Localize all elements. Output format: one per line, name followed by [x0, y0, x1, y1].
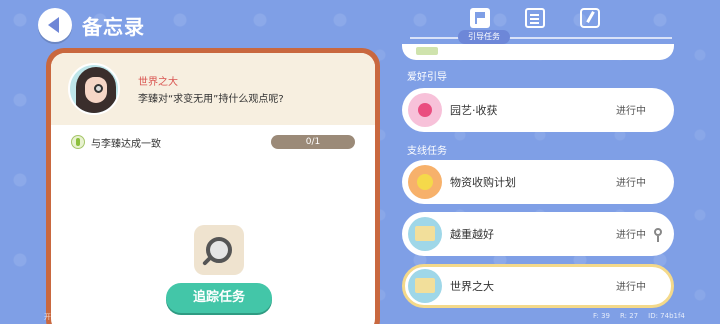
tab-bar	[470, 8, 600, 32]
footer-debug-info: F: 39 R: 27 ID: 74b1f4	[593, 312, 685, 320]
quest-name: 园艺·收获	[450, 104, 498, 117]
task-header: 世界之大 李臻对“求变无用”持什么观点呢?	[51, 53, 375, 125]
section-label-side: 支线任务	[407, 146, 447, 157]
guide-task-tab-icon[interactable]	[470, 8, 490, 28]
magnifier-icon	[206, 237, 232, 263]
location-pin-icon[interactable]	[654, 228, 662, 242]
monocle-icon	[94, 84, 103, 93]
objective-progress: 0/1	[271, 135, 355, 149]
task-description: 李臻对“求变无用”持什么观点呢?	[138, 94, 284, 105]
task-detail-inner: 世界之大 李臻对“求变无用”持什么观点呢? 与李臻达成一致 0/1 追踪任务	[51, 53, 375, 324]
partial-quest-card[interactable]	[402, 44, 674, 60]
tab-underline	[410, 37, 672, 39]
quest-status: 进行中	[616, 106, 646, 117]
coin-icon	[408, 165, 442, 199]
objective-icon	[71, 135, 85, 149]
footer-f: F: 39	[593, 312, 610, 320]
map-icon	[408, 269, 442, 303]
quest-card-heavier[interactable]: 越重越好 进行中	[402, 212, 674, 256]
footer-version-note: 开发测试版本，不代表最终品质	[44, 313, 142, 321]
footer-r: R: 27	[619, 312, 639, 320]
quest-name: 世界之大	[450, 280, 494, 293]
header: 备忘录	[38, 8, 145, 42]
avatar	[68, 63, 120, 115]
map-icon	[408, 217, 442, 251]
quest-card-world[interactable]: 世界之大 进行中	[402, 264, 674, 308]
quest-status: 进行中	[616, 230, 646, 241]
reward-item-slot[interactable]	[194, 225, 244, 275]
heart-icon	[408, 93, 442, 127]
task-title: 世界之大	[138, 77, 178, 88]
quest-name: 越重越好	[450, 228, 494, 241]
objective-text: 与李臻达成一致	[91, 138, 161, 150]
quill-tab-icon[interactable]	[580, 8, 600, 28]
objective-row: 与李臻达成一致 0/1	[71, 131, 361, 153]
track-task-button[interactable]: 追踪任务	[166, 283, 272, 313]
quest-status: 进行中	[616, 282, 646, 293]
quest-status: 进行中	[616, 178, 646, 189]
task-detail-panel: 世界之大 李臻对“求变无用”持什么观点呢? 与李臻达成一致 0/1 追踪任务	[46, 48, 380, 324]
quest-name: 物资收购计划	[450, 176, 516, 189]
tab-active-label: 引导任务	[458, 30, 510, 44]
notebook-tab-icon[interactable]	[525, 8, 545, 28]
section-label-hobby: 爱好引导	[407, 72, 447, 83]
quest-card-purchase[interactable]: 物资收购计划 进行中	[402, 160, 674, 204]
quest-card-gardening[interactable]: 园艺·收获 进行中	[402, 88, 674, 132]
back-arrow-icon	[48, 17, 59, 33]
footer-id: ID: 74b1f4	[648, 312, 685, 320]
back-button[interactable]	[38, 8, 72, 42]
page-title: 备忘录	[82, 14, 145, 39]
partial-card-icon	[416, 47, 438, 55]
